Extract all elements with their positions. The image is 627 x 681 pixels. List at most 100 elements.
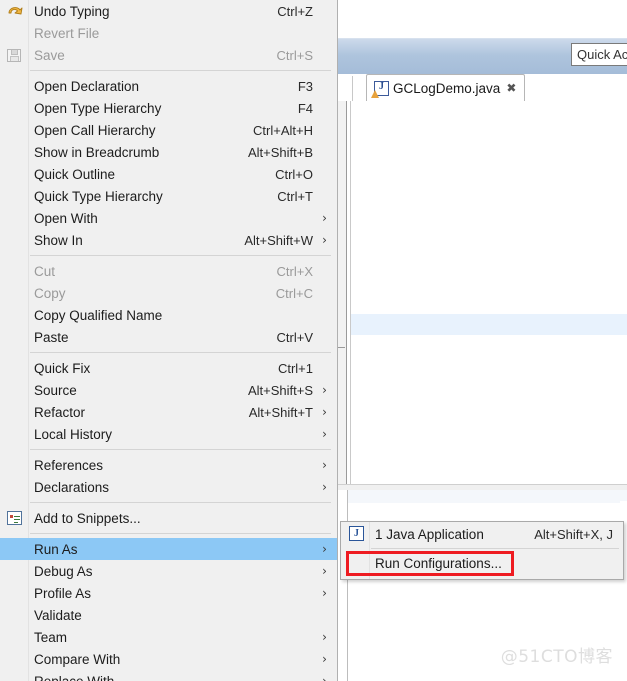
chevron-right-icon: ›: [322, 564, 327, 578]
run-as-submenu: 1 Java Application Alt+Shift+X, J Run Conf…: [340, 521, 624, 580]
menu-item-shortcut: Ctrl+T: [277, 188, 313, 204]
menu-item-label: Replace With: [34, 673, 115, 681]
menu-item-shortcut: Alt+Shift+B: [247, 144, 313, 160]
lower-view-left-edge: [338, 490, 348, 681]
submenu-item-1-java-application[interactable]: 1 Java Application Alt+Shift+X, J: [341, 522, 623, 546]
chevron-right-icon: ›: [322, 427, 327, 441]
java-application-icon: [349, 526, 366, 542]
menu-item-label: Debug As: [34, 563, 93, 579]
menu-item-debug-as[interactable]: Debug As ›: [0, 560, 337, 582]
menu-item-quick-outline[interactable]: Quick OutlineCtrl+O›: [0, 163, 337, 185]
menu-item-replace-with[interactable]: Replace With ›: [0, 670, 337, 681]
submenu-item-label: 1 Java Application: [375, 526, 484, 542]
menu-item-profile-as[interactable]: Profile As ›: [0, 582, 337, 604]
menu-item-label: Source: [34, 382, 77, 398]
menu-item-paste[interactable]: PasteCtrl+V›: [0, 326, 337, 348]
undo-icon: [6, 3, 23, 19]
menu-item-show-in-breadcrumb[interactable]: Show in BreadcrumbAlt+Shift+B›: [0, 141, 337, 163]
screenshot-root: Quick Access GCLogDemo.java ✖ @51CTO博客 U…: [0, 0, 627, 681]
menu-item-label: Refactor: [34, 404, 86, 420]
chevron-right-icon: ›: [322, 233, 327, 247]
menu-item-label: Revert File: [34, 25, 100, 41]
menu-item-revert-file: Revert File›: [0, 22, 337, 44]
menu-item-label: Show In: [34, 232, 83, 248]
menu-item-local-history[interactable]: Local History ›: [0, 423, 337, 445]
menu-item-open-declaration[interactable]: Open DeclarationF3›: [0, 75, 337, 97]
menu-item-shortcut: Alt+Shift+W: [244, 232, 313, 248]
menu-item-refactor[interactable]: Refactor Alt+Shift+T ›: [0, 401, 337, 423]
submenu-separator: [371, 548, 619, 549]
chevron-right-icon: ›: [322, 674, 327, 681]
menu-item-shortcut: F4: [297, 100, 313, 116]
chevron-right-icon: ›: [322, 480, 327, 494]
menu-item-label: Copy Qualified Name: [34, 307, 163, 323]
chevron-right-icon: ›: [322, 383, 327, 397]
menu-item-compare-with[interactable]: Compare With ›: [0, 648, 337, 670]
menu-separator: [30, 352, 331, 353]
menu-item-copy-qualified-name[interactable]: Copy Qualified Name›: [0, 304, 337, 326]
menu-item-validate[interactable]: Validate›: [0, 604, 337, 626]
menu-separator: [30, 502, 331, 503]
fold-marker-icon[interactable]: [338, 347, 345, 348]
menu-item-undo-typing[interactable]: Undo TypingCtrl+Z›: [0, 0, 337, 22]
menu-separator: [30, 449, 331, 450]
menu-item-references[interactable]: References ›: [0, 454, 337, 476]
menu-item-declarations[interactable]: Declarations ›: [0, 476, 337, 498]
menu-item-show-in[interactable]: Show In Alt+Shift+W ›: [0, 229, 337, 251]
editor-current-line-highlight: [351, 314, 627, 335]
tab-label: GCLogDemo.java: [393, 80, 501, 96]
menu-item-shortcut: Ctrl+O: [275, 166, 313, 182]
menu-item-label: Open Call Hierarchy: [34, 122, 156, 138]
menu-item-shortcut: Ctrl+1: [277, 360, 313, 376]
menu-item-label: References: [34, 457, 104, 473]
menu-item-label: Declarations: [34, 479, 110, 495]
chevron-right-icon: ›: [322, 211, 327, 225]
menu-item-run-as[interactable]: Run As ›: [0, 538, 337, 560]
menu-item-copy: CopyCtrl+C›: [0, 282, 337, 304]
menu-item-cut: CutCtrl+X›: [0, 260, 337, 282]
editor-tab-partial-left[interactable]: [338, 76, 353, 101]
context-menu-list: Undo TypingCtrl+Z›Revert File›SaveCtrl+S…: [0, 0, 337, 681]
menu-item-quick-fix[interactable]: Quick FixCtrl+1›: [0, 357, 337, 379]
menu-item-label: Open Declaration: [34, 78, 140, 94]
tab-gclogdemo-java[interactable]: GCLogDemo.java ✖: [366, 74, 526, 101]
menu-item-label: Quick Outline: [34, 166, 116, 182]
menu-item-shortcut: Ctrl+Z: [277, 3, 313, 19]
editor-canvas[interactable]: [338, 101, 627, 485]
menu-item-label: Quick Type Hierarchy: [34, 188, 163, 204]
menu-item-label: Paste: [34, 329, 69, 345]
menu-separator: [30, 70, 331, 71]
menu-item-shortcut: Ctrl+V: [276, 329, 313, 345]
menu-item-label: Copy: [34, 285, 66, 301]
menu-item-source[interactable]: Source Alt+Shift+S ›: [0, 379, 337, 401]
submenu-list: 1 Java Application Alt+Shift+X, J Run Conf…: [341, 522, 623, 575]
window-top-blank: [338, 0, 627, 38]
menu-item-label: Run As: [34, 541, 78, 557]
chevron-right-icon: ›: [322, 542, 327, 556]
menu-item-open-call-hierarchy[interactable]: Open Call HierarchyCtrl+Alt+H›: [0, 119, 337, 141]
quick-access-input[interactable]: Quick Access: [571, 43, 627, 66]
chevron-right-icon: ›: [322, 458, 327, 472]
close-icon[interactable]: ✖: [506, 82, 516, 94]
snippets-icon: [6, 510, 23, 526]
menu-item-label: Compare With: [34, 651, 121, 667]
lower-view-header: [338, 490, 627, 503]
menu-item-open-type-hierarchy[interactable]: Open Type HierarchyF4›: [0, 97, 337, 119]
menu-separator: [30, 255, 331, 256]
menu-item-save: SaveCtrl+S›: [0, 44, 337, 66]
menu-item-shortcut: Alt+Shift+S: [247, 382, 313, 398]
menu-item-label: Local History: [34, 426, 113, 442]
menu-item-shortcut: Ctrl+Alt+H: [253, 122, 313, 138]
menu-item-shortcut: Ctrl+S: [276, 47, 313, 63]
menu-item-quick-type-hierarchy[interactable]: Quick Type HierarchyCtrl+T›: [0, 185, 337, 207]
submenu-item-run-configurations[interactable]: Run Configurations...: [341, 551, 623, 575]
menu-item-open-with[interactable]: Open With ›: [0, 207, 337, 229]
menu-item-team[interactable]: Team ›: [0, 626, 337, 648]
menu-separator: [30, 533, 331, 534]
editor-line-number-ruler: [347, 101, 351, 485]
menu-item-add-to-snippets[interactable]: Add to Snippets...›: [0, 507, 337, 529]
menu-item-label: Team: [34, 629, 68, 645]
menu-item-label: Open With: [34, 210, 98, 226]
menu-item-shortcut: Alt+Shift+T: [248, 404, 313, 420]
menu-item-shortcut: Ctrl+C: [275, 285, 313, 301]
